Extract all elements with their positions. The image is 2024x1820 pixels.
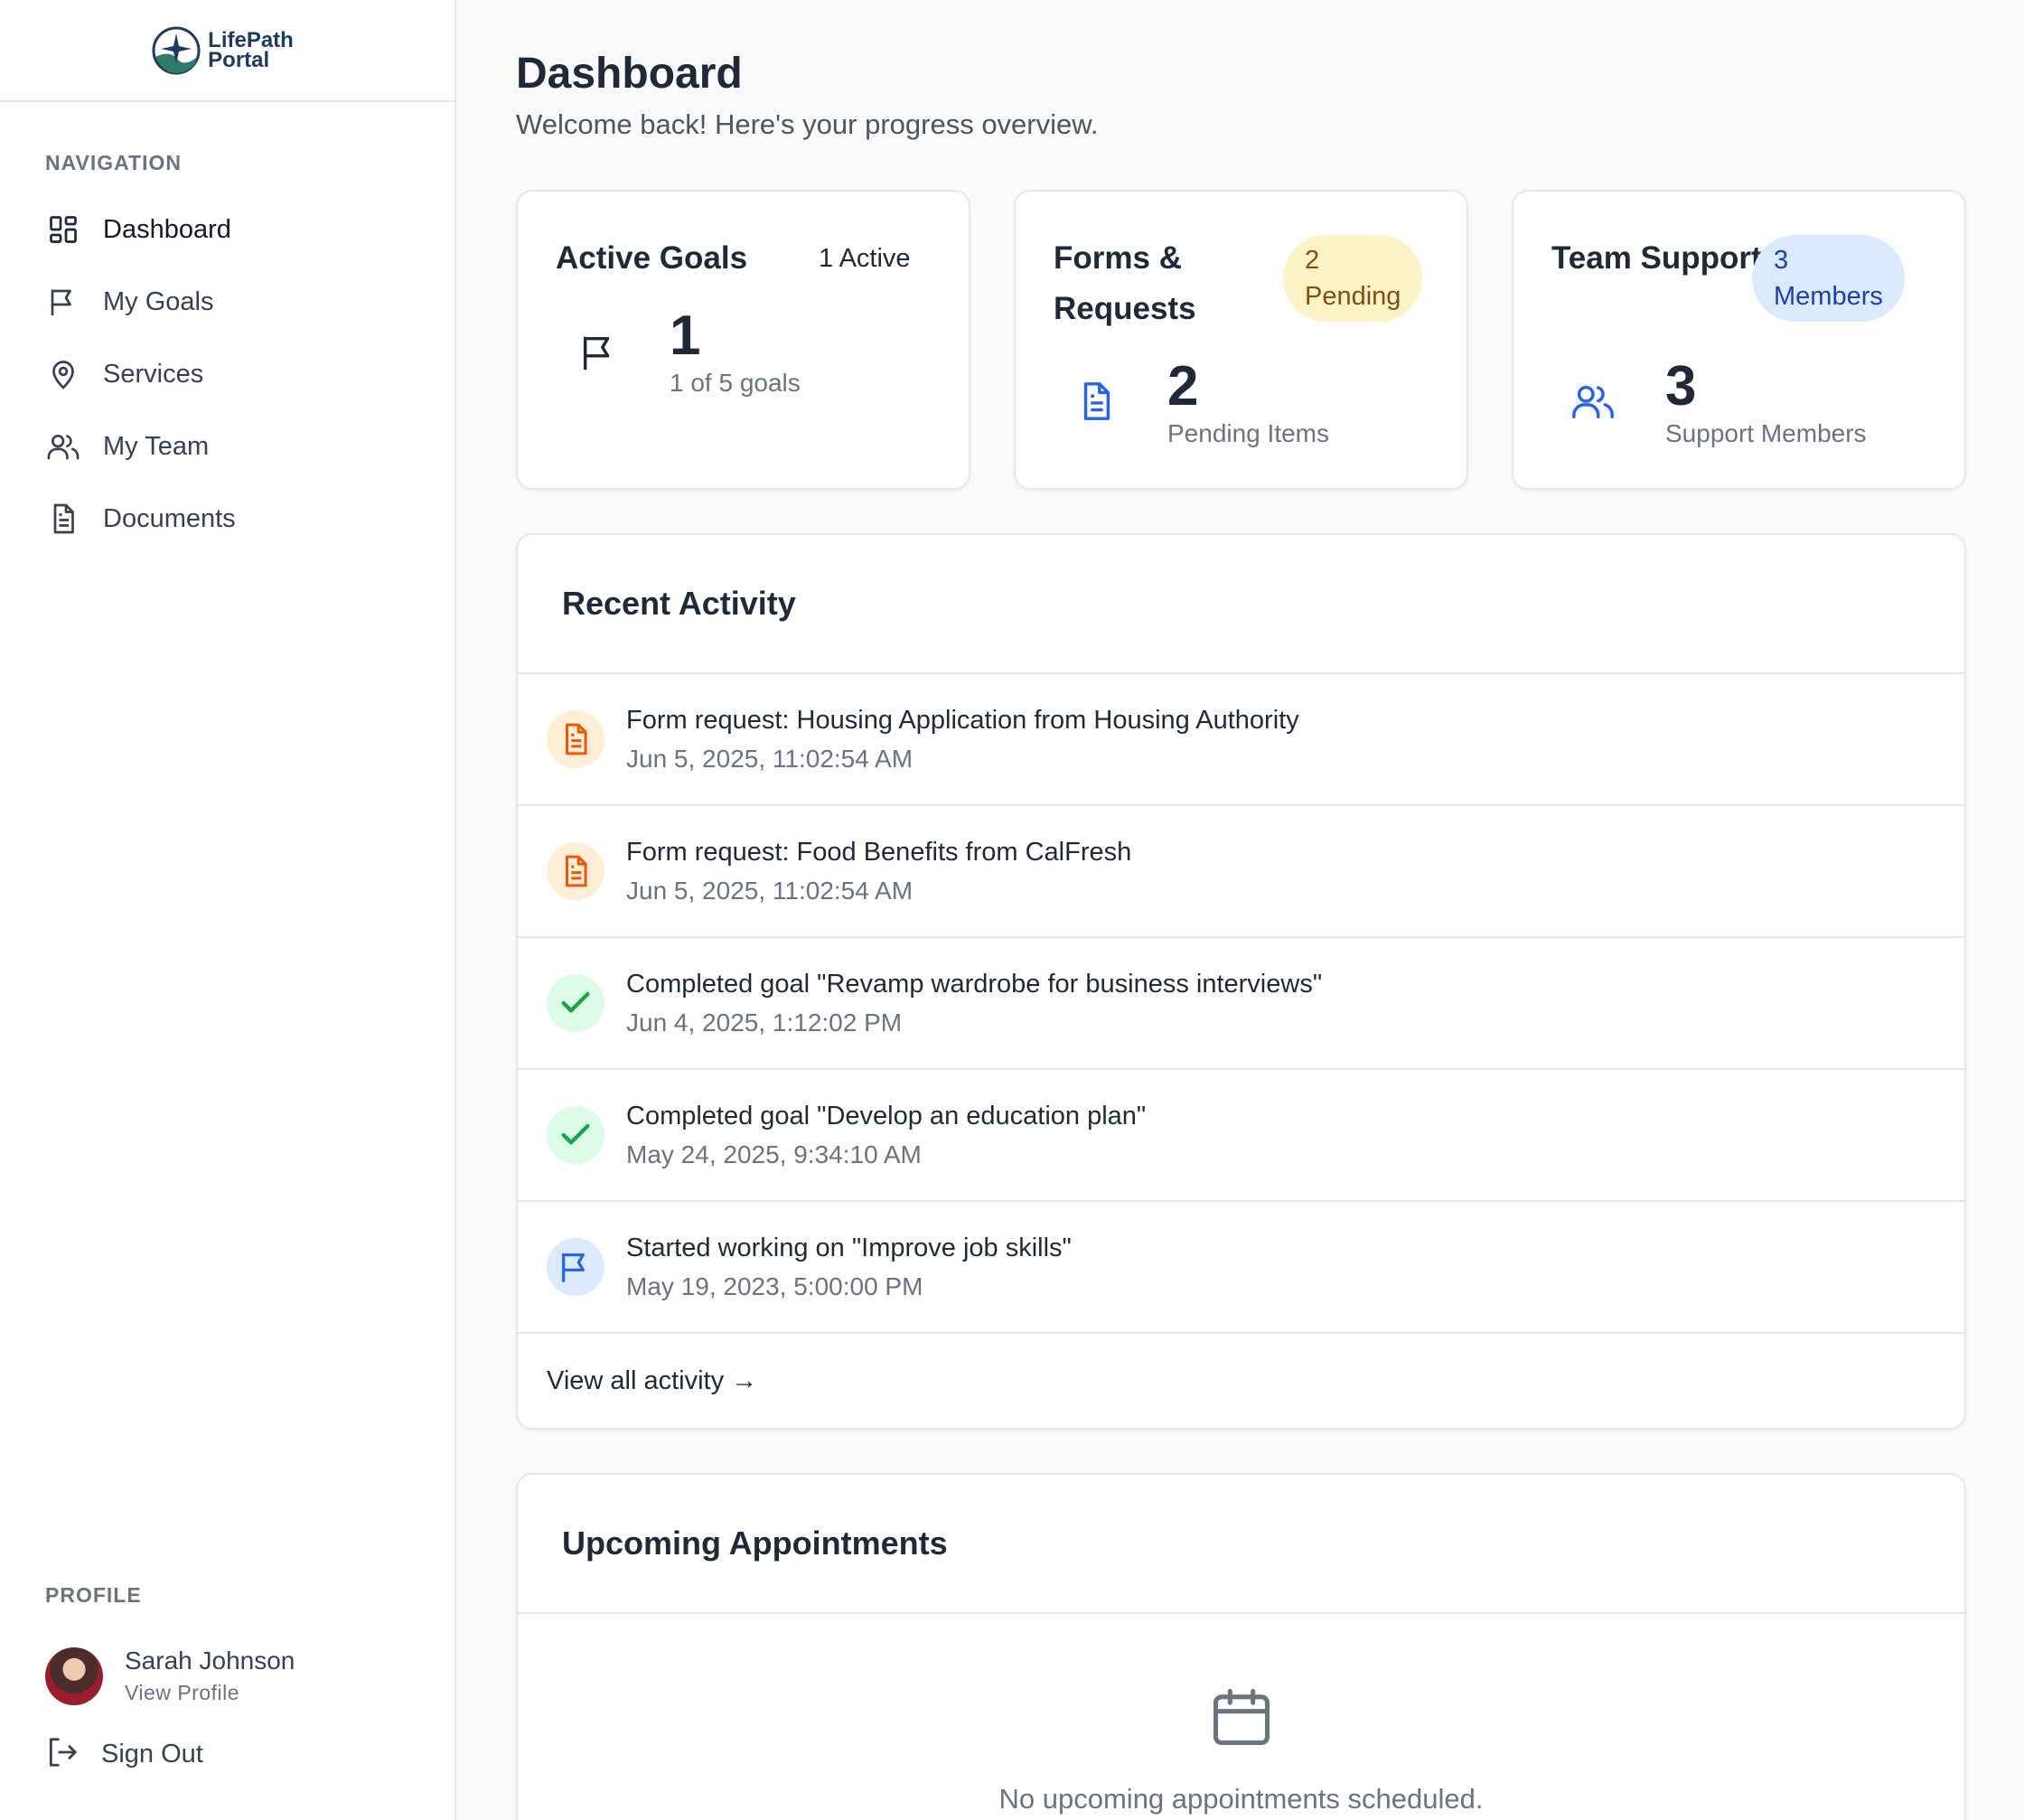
page-title: Dashboard bbox=[516, 50, 743, 98]
sidebar-item-label: Documents bbox=[103, 503, 236, 533]
status-badge: 2 Pending bbox=[1283, 235, 1423, 322]
document-icon bbox=[1071, 376, 1121, 427]
avatar bbox=[45, 1646, 103, 1705]
compass-logo-icon bbox=[152, 26, 201, 74]
map-pin-icon bbox=[45, 356, 81, 392]
status-badge: 1 Active bbox=[819, 244, 911, 273]
brand: LifePath Portal bbox=[0, 0, 454, 102]
sign-out-label: Sign Out bbox=[101, 1740, 203, 1768]
flag-icon bbox=[547, 1238, 604, 1296]
activity-item[interactable]: Form request: Housing Application from H… bbox=[518, 674, 1964, 806]
stat-caption: Support Members bbox=[1665, 419, 1867, 447]
profile-name: Sarah Johnson bbox=[125, 1646, 295, 1675]
sign-out-icon bbox=[45, 1735, 80, 1774]
activity-text: Form request: Food Benefits from CalFres… bbox=[626, 837, 1132, 867]
activity-text: Form request: Housing Application from H… bbox=[626, 705, 1299, 735]
activity-time: May 24, 2025, 9:34:10 AM bbox=[626, 1140, 922, 1168]
forms-requests-card[interactable]: Forms & Requests 2 Pending 2 Pending Ite… bbox=[1014, 190, 1468, 490]
activity-item[interactable]: Completed goal "Revamp wardrobe for busi… bbox=[518, 938, 1964, 1070]
card-title: Upcoming Appointments bbox=[518, 1475, 1964, 1614]
users-icon bbox=[1568, 376, 1618, 427]
flag-icon bbox=[574, 327, 624, 378]
status-badge: 3 Members bbox=[1752, 235, 1905, 322]
check-icon bbox=[547, 1106, 604, 1164]
card-title: Team Support bbox=[1551, 240, 1762, 276]
logo[interactable]: LifePath Portal bbox=[152, 26, 294, 75]
team-support-card[interactable]: Team Support 3 Members 3 Support Members bbox=[1512, 190, 1966, 490]
activity-text: Completed goal "Develop an education pla… bbox=[626, 1101, 1147, 1130]
activity-time: Jun 5, 2025, 11:02:54 AM bbox=[626, 744, 914, 773]
document-icon bbox=[547, 710, 604, 768]
sidebar-item-my-team[interactable]: My Team bbox=[0, 410, 454, 483]
check-icon bbox=[547, 974, 604, 1032]
badge-count: 3 bbox=[1774, 246, 1789, 275]
card-title: Recent Activity bbox=[518, 535, 1964, 674]
users-icon bbox=[45, 428, 81, 464]
sidebar-item-label: My Team bbox=[103, 431, 210, 461]
brand-line-2: Portal bbox=[208, 47, 270, 72]
empty-state: No upcoming appointments scheduled. bbox=[518, 1683, 1964, 1815]
badge-text: Pending bbox=[1305, 282, 1401, 311]
activity-text: Started working on "Improve job skills" bbox=[626, 1233, 1072, 1262]
card-title: Forms & Requests bbox=[1054, 240, 1196, 326]
activity-time: Jun 4, 2025, 1:12:02 PM bbox=[626, 1008, 903, 1037]
stat-caption: Pending Items bbox=[1167, 419, 1329, 447]
activity-item[interactable]: Form request: Food Benefits from CalFres… bbox=[518, 806, 1964, 938]
stat-value: 3 bbox=[1665, 355, 1697, 417]
nav-section-label: NAVIGATION bbox=[45, 151, 182, 174]
sidebar-nav: Dashboard My Goals Services My Team Docu… bbox=[0, 193, 454, 555]
sidebar-item-documents[interactable]: Documents bbox=[0, 483, 454, 555]
view-profile-link[interactable]: View Profile bbox=[125, 1681, 295, 1705]
activity-text: Completed goal "Revamp wardrobe for busi… bbox=[626, 969, 1323, 999]
profile-section-label: PROFILE bbox=[45, 1583, 142, 1607]
sidebar-item-services[interactable]: Services bbox=[0, 338, 454, 410]
dashboard-grid-icon bbox=[45, 211, 81, 248]
stat-value: 2 bbox=[1167, 355, 1199, 417]
card-title: Active Goals bbox=[556, 240, 748, 276]
active-goals-card[interactable]: Active Goals 1 Active 1 1 of 5 goals bbox=[516, 190, 970, 490]
flag-icon bbox=[45, 284, 81, 320]
page-subtitle: Welcome back! Here's your progress overv… bbox=[516, 108, 1099, 140]
sidebar-item-dashboard[interactable]: Dashboard bbox=[0, 193, 454, 266]
activity-time: Jun 5, 2025, 11:02:54 AM bbox=[626, 876, 914, 905]
sidebar-item-my-goals[interactable]: My Goals bbox=[0, 266, 454, 338]
upcoming-appointments-card: Upcoming Appointments No upcoming appoin… bbox=[516, 1473, 1966, 1820]
profile-link[interactable]: Sarah Johnson View Profile bbox=[45, 1646, 295, 1705]
stat-caption: 1 of 5 goals bbox=[670, 369, 801, 397]
view-all-activity-link[interactable]: View all activity → bbox=[518, 1334, 1964, 1428]
sidebar-item-label: Services bbox=[103, 359, 204, 389]
sidebar-item-label: My Goals bbox=[103, 286, 214, 316]
activity-item[interactable]: Completed goal "Develop an education pla… bbox=[518, 1070, 1964, 1202]
recent-activity-card: Recent Activity Form request: Housing Ap… bbox=[516, 533, 1966, 1430]
activity-item[interactable]: Started working on "Improve job skills" … bbox=[518, 1202, 1964, 1334]
sign-out-button[interactable]: Sign Out bbox=[45, 1735, 203, 1774]
badge-text: Members bbox=[1774, 282, 1883, 311]
calendar-icon bbox=[1207, 1683, 1276, 1756]
sidebar-item-label: Dashboard bbox=[103, 214, 231, 244]
document-icon bbox=[45, 501, 81, 537]
badge-count: 2 bbox=[1305, 246, 1320, 275]
empty-state-text: No upcoming appointments scheduled. bbox=[998, 1783, 1484, 1815]
stat-value: 1 bbox=[670, 305, 701, 367]
activity-time: May 19, 2023, 5:00:00 PM bbox=[626, 1271, 923, 1300]
document-icon bbox=[547, 842, 604, 900]
sidebar: LifePath Portal NAVIGATION Dashboard My … bbox=[0, 0, 456, 1820]
